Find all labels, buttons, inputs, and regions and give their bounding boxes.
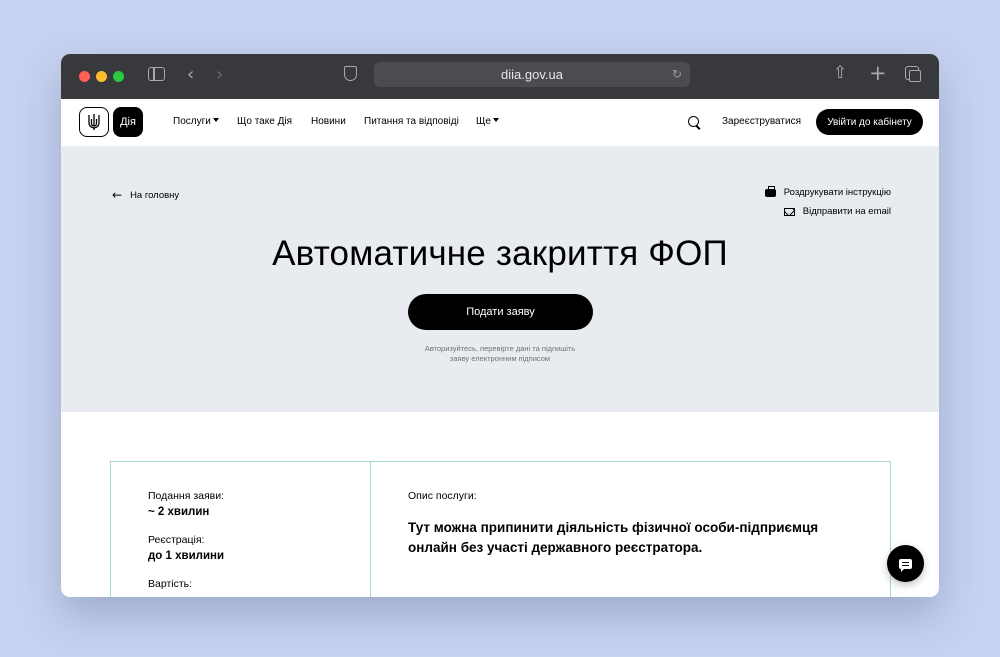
registration-time-value: до 1 хвилини: [148, 550, 225, 562]
diia-logo-text: Дія: [120, 116, 136, 128]
trident-logo[interactable]: [79, 107, 109, 137]
trident-icon: [88, 114, 100, 130]
privacy-shield-icon[interactable]: [344, 66, 357, 81]
submit-hint-line-1: Авторизуйтесь, перевірте дані та підпиші…: [424, 344, 576, 353]
submit-application-button[interactable]: Подати заяву: [408, 294, 593, 330]
chat-button[interactable]: [887, 545, 924, 582]
sidebar-toggle-icon[interactable]: [148, 67, 165, 81]
address-url: diia.gov.ua: [501, 67, 563, 82]
nav-what-is-diia[interactable]: Що таке Дія: [237, 116, 292, 127]
register-link[interactable]: Зареєструватися: [722, 116, 801, 127]
browser-toolbar: ‹ › diia.gov.ua ↻ ⇧ +: [61, 54, 939, 99]
description-text: Тут можна припинити діяльність фізичної …: [408, 520, 819, 555]
tab-overview-icon[interactable]: [905, 66, 921, 82]
submit-hint-line-2: заяву електронним підписом: [449, 354, 551, 363]
minimize-window-button[interactable]: [96, 71, 107, 82]
submission-time-label: Подання заяви:: [148, 490, 225, 502]
arrow-left-icon: ←: [112, 188, 123, 202]
service-info-card: Подання заяви: ~ 2 хвилин Реєстрація: до…: [110, 461, 891, 597]
nav-news[interactable]: Новини: [311, 116, 346, 127]
back-icon[interactable]: ‹: [187, 64, 194, 85]
send-email-label: Відправити на email: [802, 206, 891, 217]
back-to-home-link[interactable]: ← На головну: [112, 188, 179, 202]
card-divider: [370, 462, 371, 597]
close-window-button[interactable]: [79, 71, 90, 82]
chevron-down-icon: [212, 118, 219, 122]
service-hero: ← На головну Роздрукувати інструкцію Від…: [61, 146, 939, 412]
share-icon[interactable]: ⇧: [833, 63, 847, 83]
nav-more-label: Ще: [476, 116, 491, 127]
nav-faq[interactable]: Питання та відповіді: [364, 116, 459, 127]
description-label: Опис послуги:: [408, 490, 477, 502]
new-tab-icon[interactable]: +: [869, 61, 887, 85]
back-to-home-label: На головну: [130, 189, 180, 201]
reload-icon[interactable]: ↻: [672, 62, 682, 87]
nav-services[interactable]: Послуги: [173, 116, 219, 127]
cost-label: Вартість:: [148, 578, 193, 590]
maximize-window-button[interactable]: [113, 71, 124, 82]
chevron-down-icon: [492, 118, 499, 122]
nav-more[interactable]: Ще: [476, 116, 499, 127]
search-icon[interactable]: [688, 116, 699, 127]
send-email-link[interactable]: Відправити на email: [783, 206, 891, 217]
submission-time-value: ~ 2 хвилин: [148, 506, 210, 518]
print-instruction-link[interactable]: Роздрукувати інструкцію: [764, 185, 891, 198]
forward-icon[interactable]: ›: [216, 64, 223, 85]
registration-time-label: Реєстрація:: [148, 534, 205, 546]
mail-icon: [783, 207, 795, 216]
browser-window: ‹ › diia.gov.ua ↻ ⇧ + Дія Послуги Що так…: [61, 54, 939, 597]
page-title: Автоматичне закриття ФОП: [272, 234, 728, 273]
chat-icon: [899, 558, 912, 572]
print-instruction-label: Роздрукувати інструкцію: [783, 187, 891, 198]
submit-hint: Авторизуйтесь, перевірте дані та підпиші…: [61, 344, 939, 364]
site-header: Дія Послуги Що таке Дія Новини Питання т…: [61, 99, 939, 146]
diia-logo[interactable]: Дія: [113, 107, 143, 137]
address-bar[interactable]: diia.gov.ua ↻: [374, 62, 690, 87]
login-button[interactable]: Увійти до кабінету: [816, 109, 923, 135]
printer-icon: [764, 185, 776, 197]
nav-services-label: Послуги: [173, 116, 211, 127]
